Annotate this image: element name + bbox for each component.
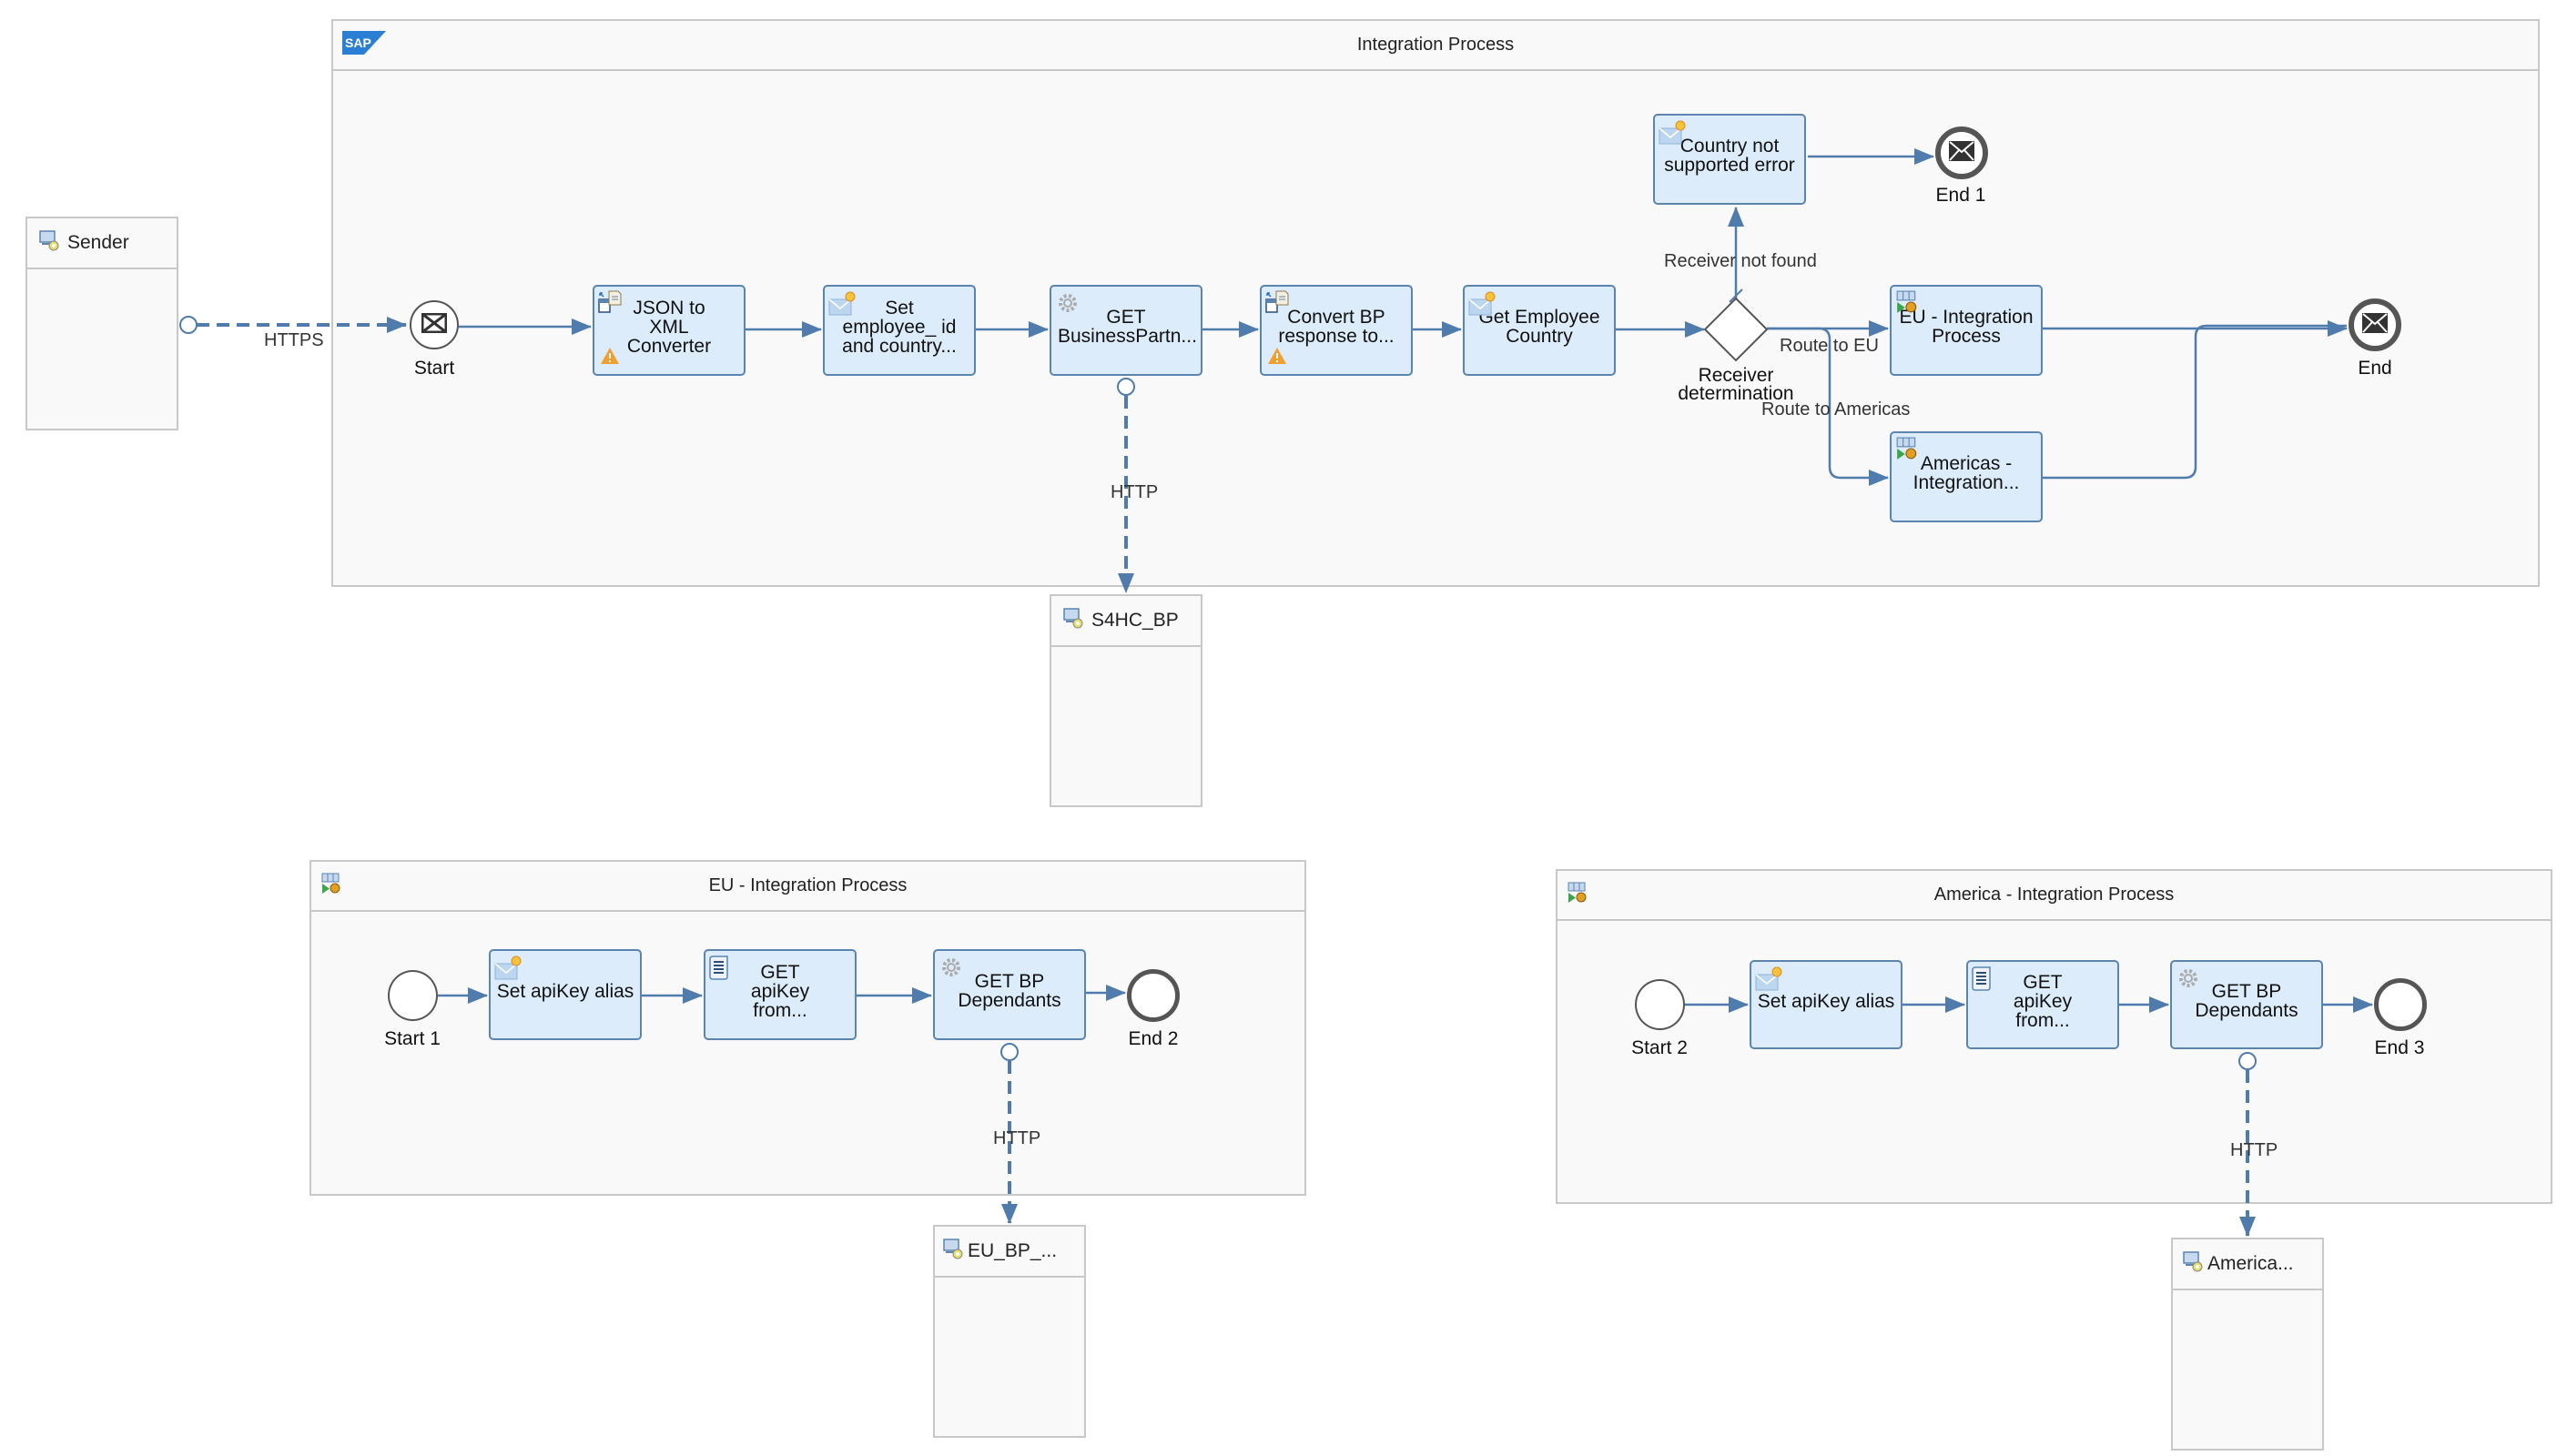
eu-start-label: Start 1 <box>384 1028 441 1049</box>
task-americas-process-call[interactable]: Americas - Integration... <box>1890 431 2043 522</box>
edge-label-route-eu: Route to EU <box>1780 336 1879 356</box>
content-modifier-icon <box>1755 966 1782 996</box>
america-receiver-participant[interactable]: America... <box>2171 1238 2324 1451</box>
task-label: Set employee_ id and country... <box>842 297 957 357</box>
task-get-businesspartner[interactable]: GET BusinessPartn... <box>1050 285 1202 376</box>
eu-pool-title: EU - Integration Process <box>708 875 908 895</box>
gateway-label: Receiver determination <box>1678 365 1794 404</box>
end-label: End <box>2358 358 2392 379</box>
sender-adapter-port <box>179 316 198 334</box>
task-json-to-xml[interactable]: JSON to XML Converter <box>593 285 746 376</box>
s4hc-header: S4HC_BP <box>1051 596 1201 647</box>
task-country-not-supported[interactable]: Country not supported error <box>1653 114 1806 205</box>
sender-label: Sender <box>67 232 129 253</box>
end1-event[interactable] <box>1935 126 1988 179</box>
am-start-label: Start 2 <box>1631 1037 1688 1058</box>
am-end-event[interactable] <box>2374 978 2427 1031</box>
edge-label-s4hc-http: HTTP <box>1111 482 1159 502</box>
eu-end-label: End 2 <box>1128 1028 1179 1049</box>
s4hc-bp-participant[interactable]: S4HC_BP <box>1050 594 1202 807</box>
am-task-get-apikey[interactable]: GET apiKey from... <box>1966 960 2119 1049</box>
eu-task-get-apikey[interactable]: GET apiKey from... <box>704 949 857 1040</box>
script-icon <box>709 955 731 984</box>
content-modifier-icon <box>1468 290 1496 321</box>
message-envelope-filled-icon <box>2362 312 2388 338</box>
america-receiver-header: America... <box>2173 1239 2322 1290</box>
america-receiver-label: America... <box>2207 1253 2294 1274</box>
message-envelope-filled-icon <box>1949 140 1974 166</box>
task-label: JSON to XML Converter <box>626 297 712 357</box>
start-event[interactable] <box>410 300 459 349</box>
svg-text:SAP: SAP <box>345 35 371 50</box>
main-pool-header: SAP Integration Process <box>333 21 2538 71</box>
warning-icon[interactable] <box>1267 347 1287 369</box>
service-task-gear-icon <box>2176 966 2201 995</box>
participant-system-icon <box>2182 1250 2204 1278</box>
service-task-gear-icon <box>1055 290 1081 319</box>
edge-label-receiver-not-found: Receiver not found <box>1664 251 1817 271</box>
sender-header: Sender <box>27 218 177 269</box>
s4hc-label: S4HC_BP <box>1091 610 1179 631</box>
eu-end-event[interactable] <box>1127 969 1180 1022</box>
process-call-icon <box>1895 290 1919 318</box>
service-task-gear-icon <box>939 955 964 984</box>
sap-logo-icon: SAP <box>342 30 386 60</box>
edge-label-eu-http: HTTP <box>993 1128 1041 1148</box>
converter-icon <box>598 290 622 319</box>
task-label: Convert BP response to... <box>1278 307 1395 347</box>
america-pool-title: America - Integration Process <box>1933 885 2175 905</box>
message-envelope-icon <box>421 312 448 338</box>
process-call-icon <box>1567 882 1588 909</box>
participant-system-icon <box>942 1238 964 1265</box>
eu-task-set-apikey[interactable]: Set apiKey alias <box>489 949 642 1040</box>
end-event[interactable] <box>2349 298 2401 351</box>
am-task-set-apikey[interactable]: Set apiKey alias <box>1750 960 1902 1049</box>
task-label: Americas - Integration... <box>1913 453 2020 493</box>
end1-label: End 1 <box>1935 185 1986 206</box>
am-start-event[interactable] <box>1635 979 1685 1030</box>
eu-bp-header: EU_BP_... <box>935 1227 1084 1278</box>
eu-bp-participant[interactable]: EU_BP_... <box>933 1225 1086 1438</box>
task-label: GET apiKey from... <box>2013 971 2073 1031</box>
content-modifier-icon <box>828 290 856 321</box>
task-label: GET BP Dependants <box>2195 981 2298 1021</box>
script-icon <box>1972 966 1994 995</box>
edge-label-route-americas: Route to Americas <box>1761 399 1911 420</box>
eu-task-get-bp-dependants[interactable]: GET BP Dependants <box>933 949 1086 1040</box>
task-set-employee[interactable]: Set employee_ id and country... <box>823 285 976 376</box>
task-get-employee-country[interactable]: Get Employee Country <box>1463 285 1616 376</box>
sender-participant[interactable]: Sender <box>25 217 178 430</box>
eu-start-event[interactable] <box>388 970 438 1021</box>
start-label: Start <box>413 358 455 379</box>
main-pool-title: Integration Process <box>1356 35 1515 55</box>
am-task-get-bp-dependants[interactable]: GET BP Dependants <box>2170 960 2323 1049</box>
eu-bp-label: EU_BP_... <box>968 1240 1058 1261</box>
task-convert-bp[interactable]: Convert BP response to... <box>1260 285 1413 376</box>
participant-system-icon <box>1062 607 1084 634</box>
eu-pool-header: EU - Integration Process <box>311 862 1304 912</box>
edge-label-am-http: HTTP <box>2230 1140 2278 1160</box>
am-end-label: End 3 <box>2374 1037 2425 1058</box>
converter-icon <box>1265 290 1289 319</box>
process-call-icon <box>1895 437 1919 464</box>
content-modifier-icon <box>494 955 522 986</box>
participant-system-icon <box>38 229 60 257</box>
content-modifier-icon <box>1659 119 1686 150</box>
task-label: GET apiKey from... <box>750 961 810 1021</box>
edge-label-https: HTTPS <box>264 330 324 350</box>
warning-icon[interactable] <box>600 347 620 369</box>
process-call-icon <box>320 873 342 900</box>
task-label: GET BP Dependants <box>958 971 1061 1011</box>
task-eu-process-call[interactable]: EU - Integration Process <box>1890 285 2043 376</box>
america-pool-header: America - Integration Process <box>1557 871 2551 921</box>
